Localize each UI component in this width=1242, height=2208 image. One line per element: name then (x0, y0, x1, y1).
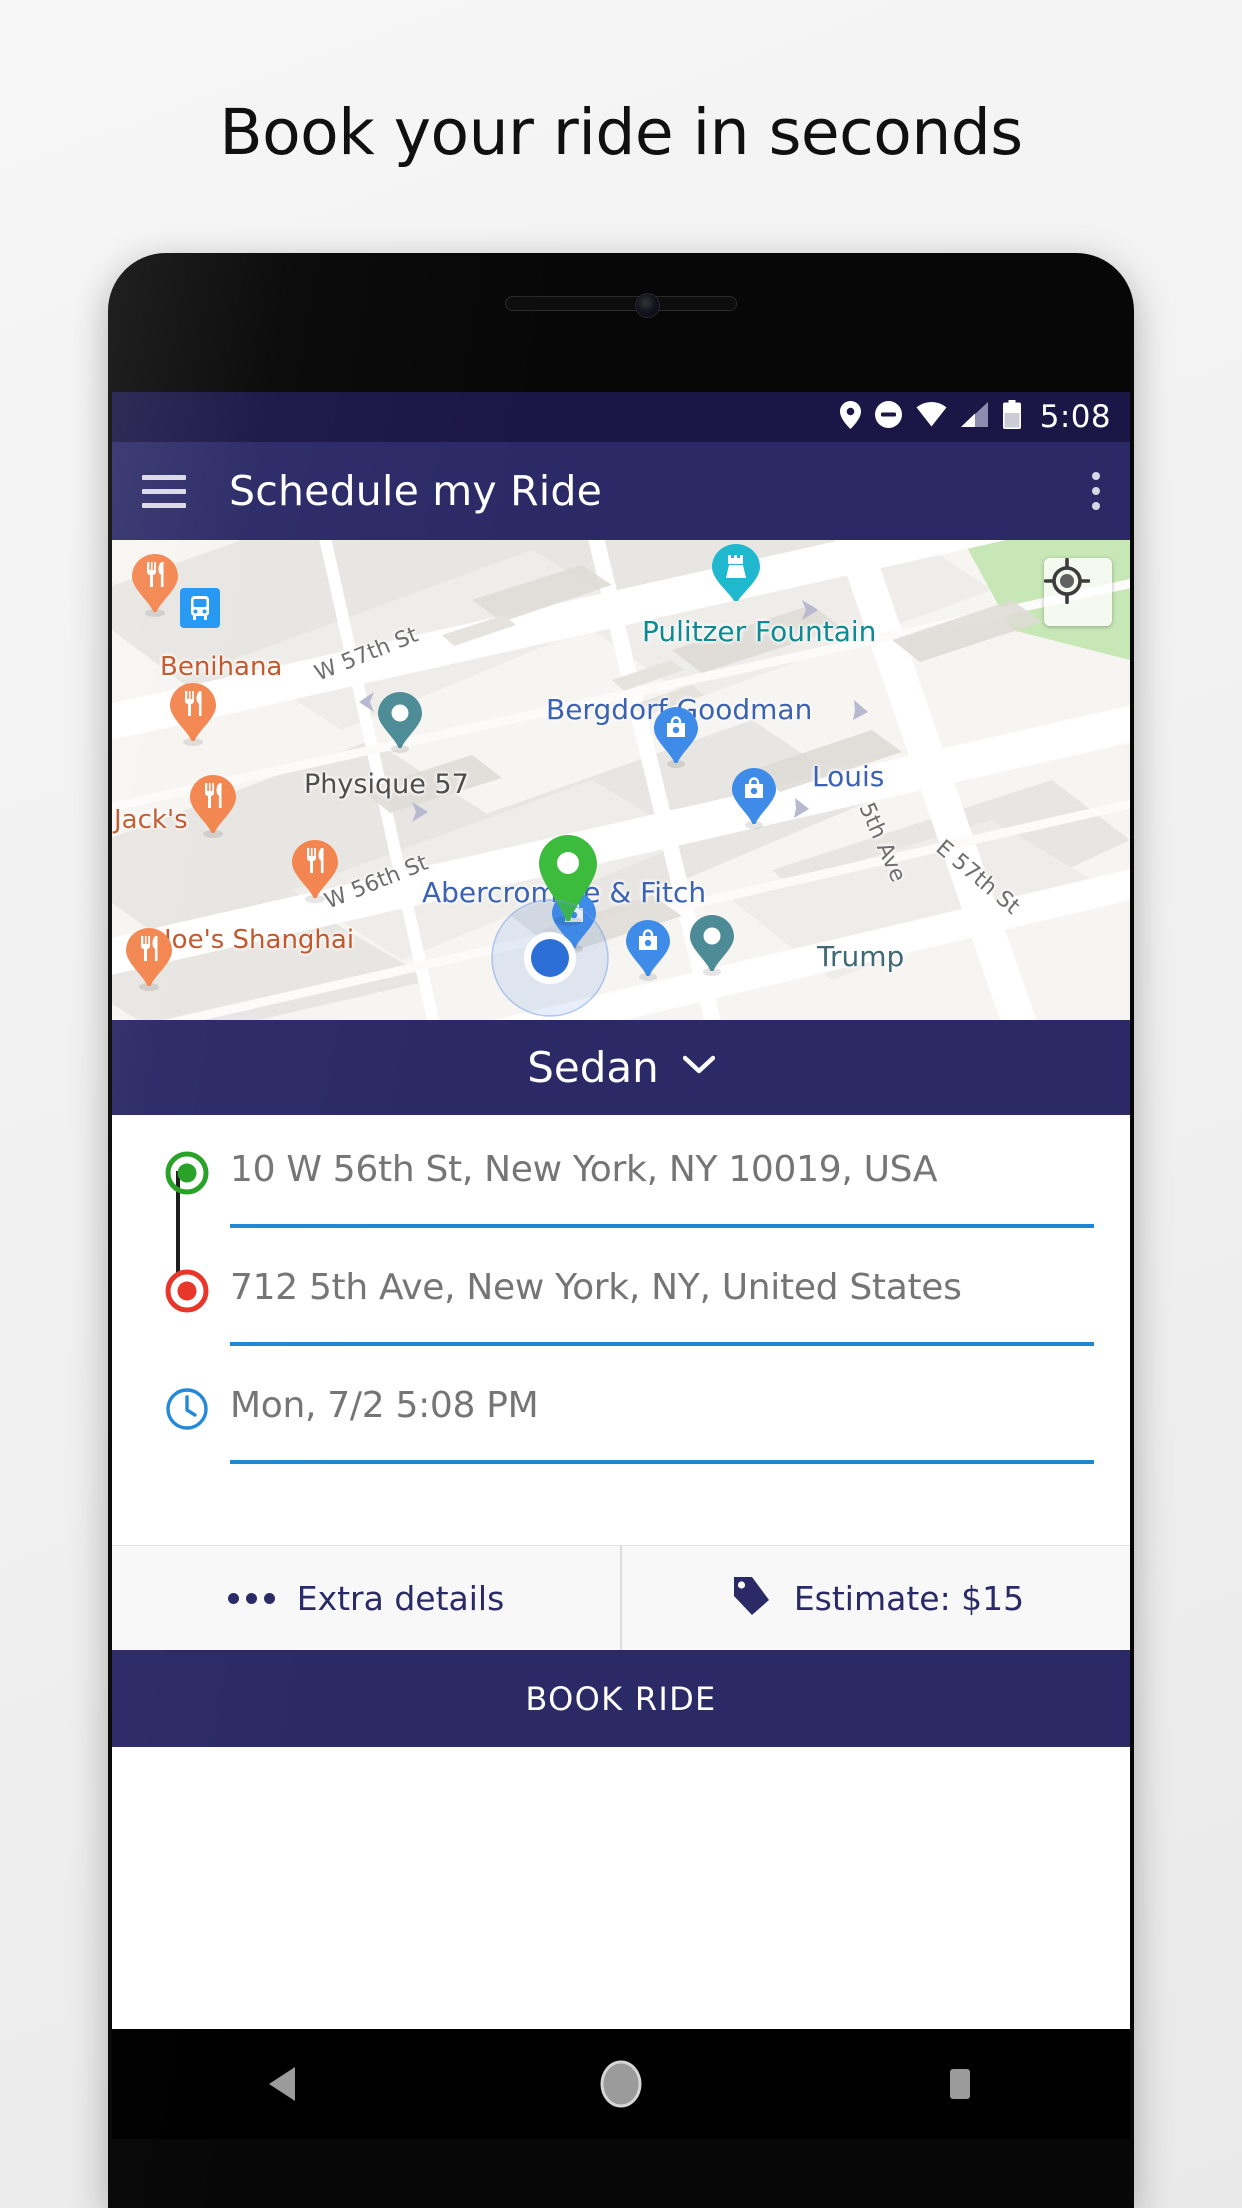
datetime-field[interactable]: Mon, 7/2 5:08 PM (112, 1379, 1130, 1497)
recents-square-icon[interactable] (900, 2029, 1020, 2139)
datetime-field-underline (230, 1460, 1094, 1464)
price-tag-icon (728, 1574, 772, 1623)
dropoff-field[interactable]: 712 5th Ave, New York, NY, United States (112, 1261, 1130, 1379)
promo-headline: Book your ride in seconds (219, 96, 1023, 169)
chevron-down-icon (682, 1055, 715, 1080)
status-bar-clock: 5:08 (1039, 399, 1111, 435)
do-not-disturb-icon (874, 401, 902, 433)
green-circle-marker-icon (156, 1143, 218, 1195)
datetime-value: Mon, 7/2 5:08 PM (230, 1385, 539, 1426)
map-view[interactable]: Benihana Jack's Joe's Shanghai Physique 57 B… (112, 540, 1130, 1020)
page-title: Schedule my Ride (229, 467, 603, 515)
back-triangle-icon[interactable] (222, 2029, 342, 2139)
promo-screenshot: Book your ride in seconds 5:08 Schedule … (0, 0, 1242, 2208)
book-ride-button[interactable]: BOOK RIDE (112, 1650, 1130, 1747)
home-circle-icon[interactable] (561, 2029, 681, 2139)
location-icon (839, 400, 861, 434)
dropoff-field-underline (230, 1342, 1094, 1346)
secondary-action-row: Extra details Estimate: $15 (112, 1545, 1130, 1650)
red-circle-marker-icon (156, 1261, 218, 1313)
estimate-label: Estimate: $15 (793, 1578, 1025, 1618)
battery-icon (1002, 400, 1021, 434)
vehicle-type-selector[interactable]: Sedan (112, 1020, 1130, 1115)
booking-form: 10 W 56th St, New York, NY 10019, USA 71… (112, 1115, 1130, 1545)
clock-icon (156, 1379, 218, 1431)
app-bar: Schedule my Ride (112, 442, 1130, 540)
estimate-button[interactable]: Estimate: $15 (620, 1546, 1130, 1650)
dropoff-address-value: 712 5th Ave, New York, NY, United States (230, 1267, 962, 1308)
earpiece-speaker (505, 296, 737, 311)
hamburger-menu-icon[interactable] (142, 474, 186, 508)
pickup-address-value: 10 W 56th St, New York, NY 10019, USA (230, 1149, 938, 1190)
three-dots-icon (227, 1592, 275, 1604)
phone-screen: 5:08 Schedule my Ride Benihana Jack's Jo… (112, 392, 1130, 2029)
signal-icon (960, 402, 989, 432)
android-navigation-bar (112, 2029, 1130, 2139)
phone-device: 5:08 Schedule my Ride Benihana Jack's Jo… (108, 253, 1134, 2208)
overflow-menu-icon[interactable] (1092, 472, 1100, 510)
extra-details-label: Extra details (296, 1578, 505, 1618)
pickup-field-underline (230, 1224, 1094, 1228)
map-basemap (112, 540, 1130, 1020)
wifi-icon (916, 402, 947, 432)
status-bar: 5:08 (112, 392, 1130, 442)
vehicle-type-label: Sedan (527, 1043, 659, 1092)
my-location-button[interactable] (1044, 558, 1112, 626)
pickup-field[interactable]: 10 W 56th St, New York, NY 10019, USA (112, 1143, 1130, 1261)
front-camera (635, 293, 660, 318)
extra-details-button[interactable]: Extra details (112, 1546, 620, 1650)
